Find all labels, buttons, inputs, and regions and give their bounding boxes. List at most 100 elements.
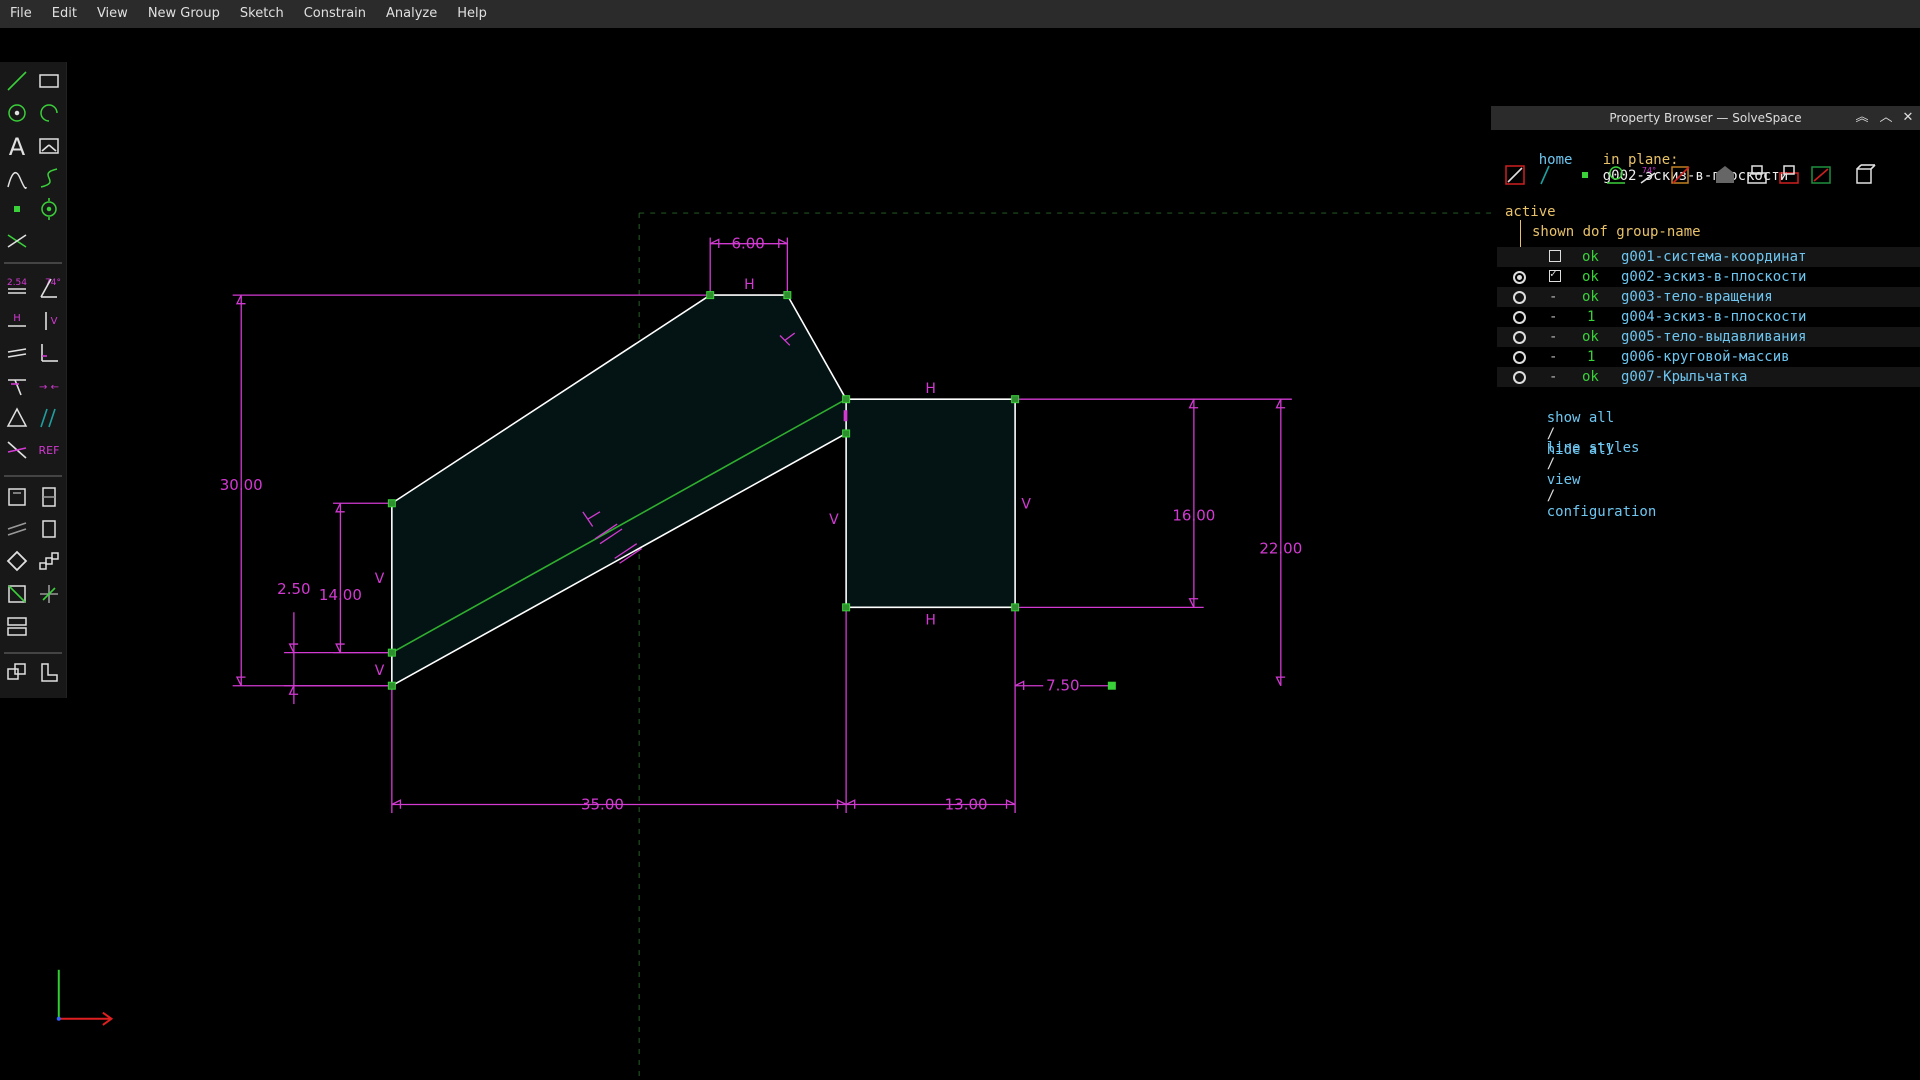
group-name-link[interactable]: g001-система-координат xyxy=(1621,247,1806,267)
dimension-label[interactable]: 22.00 xyxy=(1259,540,1302,558)
group-row[interactable]: - 1 g004-эскиз-в-плоскости xyxy=(1497,307,1920,327)
point-icon[interactable] xyxy=(1582,172,1588,178)
dimension-handle-point[interactable] xyxy=(1107,681,1116,690)
same-orientation-icon[interactable] xyxy=(40,408,56,428)
split-curves-icon[interactable] xyxy=(7,234,27,248)
extrude-icon[interactable] xyxy=(8,488,26,506)
arrow-icon[interactable] xyxy=(1540,165,1550,185)
shown-checkbox[interactable] xyxy=(1549,267,1561,282)
menu-sketch[interactable]: Sketch xyxy=(230,0,294,28)
active-radio[interactable] xyxy=(1513,371,1526,384)
sketch-icon[interactable] xyxy=(1671,166,1690,184)
close-icon[interactable]: ✕ xyxy=(1899,109,1917,127)
horizontal-constraint-icon[interactable]: H xyxy=(8,313,26,327)
mesh-icon[interactable] xyxy=(1779,165,1799,184)
sketch-point[interactable] xyxy=(842,429,851,438)
dimension-label[interactable]: 30.00 xyxy=(220,476,263,494)
text-tool-icon[interactable]: A xyxy=(9,133,26,161)
sketch-point[interactable] xyxy=(387,499,396,508)
constraint-label[interactable]: V xyxy=(829,512,839,528)
box-icon[interactable] xyxy=(1856,164,1876,184)
reference-icon[interactable]: REF xyxy=(39,444,60,457)
constraint-label[interactable]: V xyxy=(375,663,385,679)
workplane-icon[interactable] xyxy=(1607,166,1625,184)
sketch-point[interactable] xyxy=(387,681,396,690)
workplane-group-icon[interactable] xyxy=(8,585,26,603)
constraint-label[interactable]: H xyxy=(925,613,936,629)
step-icon[interactable] xyxy=(1716,166,1734,183)
dimension-label[interactable]: 35.00 xyxy=(581,795,624,813)
active-radio[interactable] xyxy=(1513,351,1526,364)
nearest-ortho-icon[interactable] xyxy=(40,585,58,603)
line-tool-icon[interactable] xyxy=(7,71,27,91)
active-radio[interactable] xyxy=(1513,331,1526,344)
keep-above-icon[interactable]: ︽ xyxy=(1853,109,1871,127)
group-row[interactable]: ok g001-система-координат xyxy=(1497,247,1920,267)
tangent-arc-icon[interactable] xyxy=(7,171,27,190)
circle-tool-icon[interactable] xyxy=(8,104,26,122)
perpendicular-constraint-icon[interactable] xyxy=(41,344,58,362)
shown-checkbox[interactable] xyxy=(1549,250,1561,262)
group-name-link[interactable]: g003-тело-вращения xyxy=(1621,287,1773,307)
isometric-view-icon[interactable] xyxy=(7,663,26,680)
revolve-icon[interactable] xyxy=(7,522,27,536)
dimension-label[interactable]: 14.00 xyxy=(319,586,362,604)
image-tool-icon[interactable] xyxy=(39,138,59,154)
line-styles-link[interactable]: line styles xyxy=(1547,440,1640,456)
menu-help[interactable]: Help xyxy=(447,0,497,28)
sketch-point[interactable] xyxy=(706,291,715,300)
menu-analyze[interactable]: Analyze xyxy=(376,0,447,28)
constraint-label[interactable]: H xyxy=(925,381,936,397)
dimension-label[interactable]: 2.50 xyxy=(277,580,310,598)
active-radio[interactable] xyxy=(1513,311,1526,324)
dimension-label[interactable]: 7.50 xyxy=(1046,677,1079,695)
dimension-label[interactable]: 13.00 xyxy=(945,795,988,813)
constraint-label[interactable]: V xyxy=(375,571,385,587)
group-name-link[interactable]: g006-круговой-массив xyxy=(1621,347,1790,367)
sketch-point[interactable] xyxy=(842,395,851,404)
group-row[interactable]: - ok g005-тело-выдавливания xyxy=(1497,327,1920,347)
distance-constraint-icon[interactable]: 2.54 xyxy=(7,278,27,294)
sketch-point[interactable] xyxy=(783,291,792,300)
maximize-icon[interactable]: ︿ xyxy=(1877,109,1895,127)
workplane-icon[interactable] xyxy=(41,198,57,220)
menu-edit[interactable]: Edit xyxy=(42,0,87,28)
cut-icon[interactable] xyxy=(1811,166,1831,184)
group-row[interactable]: ok g002-эскиз-в-плоскости xyxy=(1497,267,1920,287)
rotate-group-icon[interactable] xyxy=(6,550,28,572)
dimension-label[interactable]: 6.00 xyxy=(731,235,764,253)
dimension-label[interactable]: 16.00 xyxy=(1172,507,1215,525)
point-tool-icon[interactable] xyxy=(14,206,20,212)
other-supplementary-icon[interactable] xyxy=(7,441,27,459)
group-name-link[interactable]: g005-тело-выдавливания xyxy=(1621,327,1806,347)
configuration-link[interactable]: configuration xyxy=(1547,504,1657,520)
group-row[interactable]: - ok g003-тело-вращения xyxy=(1497,287,1920,307)
lathe-icon[interactable] xyxy=(42,487,56,507)
menu-file[interactable]: File xyxy=(0,0,42,28)
angle-constraint-icon[interactable]: 74° xyxy=(40,278,61,298)
sketch-point[interactable] xyxy=(1011,395,1020,404)
group-name-link[interactable]: g007-Крыльчатка xyxy=(1621,367,1747,387)
step-export-icon[interactable] xyxy=(41,663,58,682)
view-link[interactable]: view xyxy=(1547,472,1581,488)
menu-new-group[interactable]: New Group xyxy=(138,0,230,28)
bezier-icon[interactable] xyxy=(40,168,58,188)
parallel-constraint-icon[interactable] xyxy=(7,348,27,358)
equal-constraint-icon[interactable] xyxy=(6,407,28,427)
menu-view[interactable]: View xyxy=(87,0,138,28)
constraint-label[interactable]: H xyxy=(744,277,755,293)
group-name-link[interactable]: g004-эскиз-в-плоскости xyxy=(1621,307,1806,327)
constraint-label[interactable]: V xyxy=(1021,496,1031,512)
sketch-point[interactable] xyxy=(1011,603,1020,612)
symmetric-icon[interactable]: → ← xyxy=(39,382,59,393)
group-row[interactable]: - ok g007-Крыльчатка xyxy=(1497,367,1920,387)
point-on-line-icon[interactable] xyxy=(8,379,26,396)
delete-constraint-icon[interactable] xyxy=(1505,165,1525,185)
rectangle-tool-icon[interactable] xyxy=(39,74,59,88)
translate-group-icon[interactable] xyxy=(39,552,59,570)
angle-icon[interactable]: 74° xyxy=(1640,166,1656,184)
vertical-constraint-icon[interactable]: V xyxy=(45,312,58,330)
group-name-link[interactable]: g002-эскиз-в-плоскости xyxy=(1621,267,1806,287)
menu-constrain[interactable]: Constrain xyxy=(294,0,376,28)
active-radio[interactable] xyxy=(1513,271,1526,284)
